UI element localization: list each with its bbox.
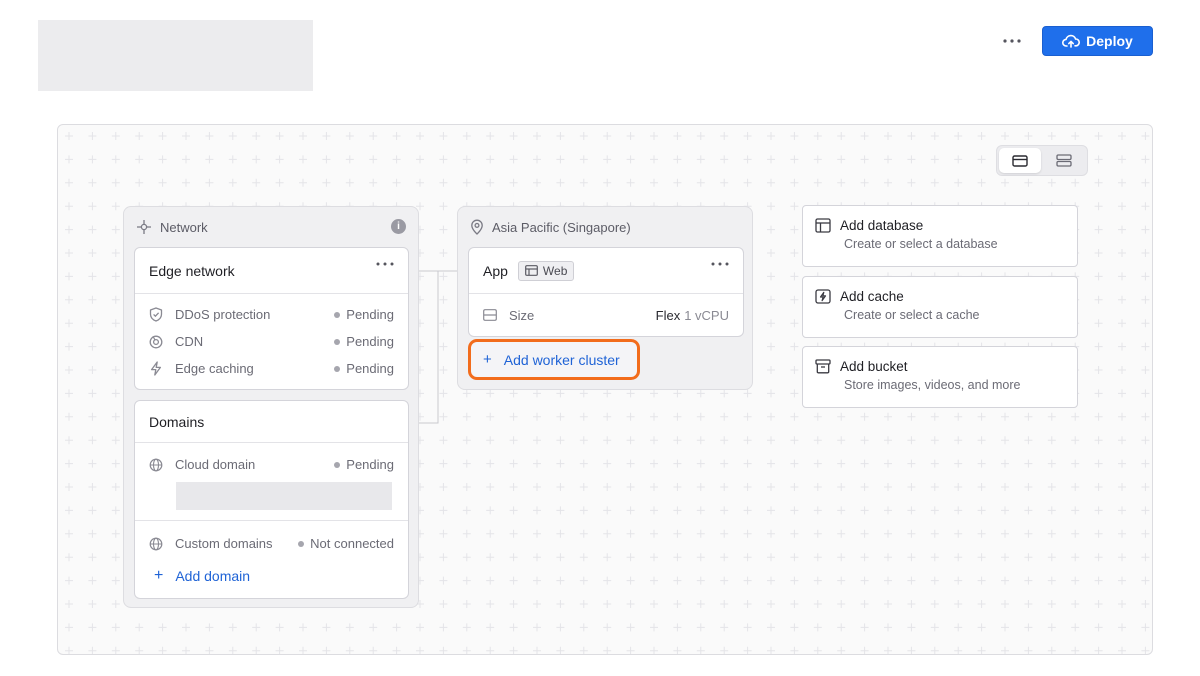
more-dots-icon [711,262,729,266]
title-placeholder [38,20,313,91]
plus-icon: + [154,567,164,584]
web-badge: Web [517,260,575,281]
architecture-canvas: Network i Edge network DDoS protection P… [57,124,1153,655]
server-icon [483,309,497,321]
region-title: Asia Pacific (Singapore) [492,219,631,235]
network-title: Network [160,219,208,235]
shield-icon [149,307,163,322]
network-group: Network i Edge network DDoS protection P… [123,206,419,608]
cloud-upload-icon [1062,34,1081,48]
list-item: CDN Pending [135,328,408,355]
add-bucket-card[interactable]: Add bucket Store images, videos, and mor… [802,346,1078,408]
lightning-icon [150,361,162,376]
cdn-icon [149,335,163,348]
web-icon [525,265,538,276]
database-icon [815,218,831,233]
list-item: Edge caching Pending [135,355,408,382]
globe-icon [149,458,163,471]
location-pin-icon [471,219,483,235]
more-dots-icon [376,262,394,266]
deploy-button[interactable]: Deploy [1042,26,1153,56]
add-cache-card[interactable]: Add cache Create or select a cache [802,276,1078,338]
list-item: DDoS protection Pending [135,301,408,328]
deploy-label: Deploy [1086,33,1133,49]
size-row: Size Flex 1 vCPU [469,294,743,336]
domains-card[interactable]: Domains Cloud domain Pending Custom doma… [134,400,409,599]
cache-icon [815,289,831,304]
add-database-card[interactable]: Add database Create or select a database [802,205,1078,267]
cloud-domain-value-placeholder [176,482,392,510]
info-icon[interactable]: i [391,219,406,234]
more-dots-icon [1003,39,1021,43]
add-domain-button[interactable]: + Add domain [154,567,408,585]
add-worker-cluster-button[interactable]: + Add worker cluster [468,339,640,380]
app-card[interactable]: App Web Size Flex 1 vCPU [468,247,744,337]
edge-network-title: Edge network [149,262,235,279]
app-title: App [483,262,508,279]
plus-icon: + [483,351,492,368]
network-icon [137,220,151,234]
domains-title: Domains [149,413,205,430]
app-menu-button[interactable] [711,262,729,266]
more-options-button[interactable] [997,28,1027,54]
edge-network-menu-button[interactable] [376,262,394,266]
list-item: Cloud domain Pending [135,451,408,478]
bucket-icon [815,359,831,374]
edge-network-card[interactable]: Edge network DDoS protection Pending CDN… [134,247,409,390]
globe-icon [149,537,163,550]
list-item: Custom domains Not connected [135,530,408,557]
